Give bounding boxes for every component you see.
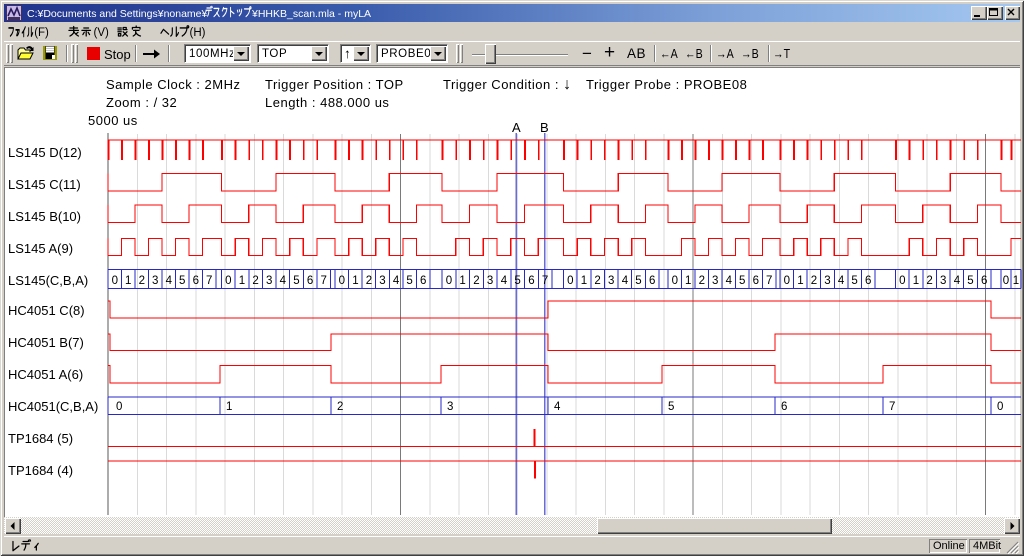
svg-text:7: 7 (206, 275, 212, 287)
svg-text:4: 4 (393, 275, 400, 287)
svg-text:1: 1 (125, 275, 131, 287)
svg-text:3: 3 (824, 275, 830, 287)
svg-text:1: 1 (797, 275, 803, 287)
svg-text:0: 0 (997, 401, 1003, 413)
svg-text:4: 4 (838, 275, 845, 287)
svg-text:2: 2 (252, 275, 258, 287)
svg-text:3: 3 (379, 275, 385, 287)
svg-text:6: 6 (307, 275, 313, 287)
svg-text:7: 7 (542, 275, 548, 287)
svg-text:3: 3 (608, 275, 614, 287)
svg-text:1: 1 (459, 275, 465, 287)
svg-text:0: 0 (567, 275, 573, 287)
svg-text:7: 7 (889, 401, 895, 413)
svg-text:5: 5 (179, 275, 185, 287)
svg-text:0: 0 (112, 275, 118, 287)
svg-text:4: 4 (166, 275, 173, 287)
svg-text:6: 6 (420, 275, 426, 287)
svg-text:4: 4 (554, 401, 561, 413)
svg-text:4: 4 (622, 275, 629, 287)
svg-text:2: 2 (926, 275, 932, 287)
svg-text:4: 4 (726, 275, 733, 287)
svg-text:3: 3 (712, 275, 718, 287)
svg-text:3: 3 (152, 275, 158, 287)
svg-text:0: 0 (1003, 275, 1009, 287)
svg-text:3: 3 (447, 401, 453, 413)
svg-text:5: 5 (514, 275, 520, 287)
svg-text:5: 5 (851, 275, 857, 287)
svg-text:6: 6 (753, 275, 759, 287)
svg-text:1: 1 (239, 275, 245, 287)
svg-text:7: 7 (766, 275, 772, 287)
svg-text:0: 0 (225, 275, 231, 287)
svg-text:4: 4 (280, 275, 287, 287)
svg-text:2: 2 (811, 275, 817, 287)
svg-text:6: 6 (865, 275, 871, 287)
svg-text:2: 2 (594, 275, 600, 287)
svg-text:0: 0 (899, 275, 905, 287)
svg-text:6: 6 (781, 401, 787, 413)
svg-text:0: 0 (446, 275, 452, 287)
svg-text:6: 6 (649, 275, 655, 287)
svg-text:3: 3 (266, 275, 272, 287)
svg-text:0: 0 (784, 275, 790, 287)
svg-text:0: 0 (116, 401, 122, 413)
svg-text:3: 3 (487, 275, 493, 287)
svg-text:1: 1 (913, 275, 919, 287)
svg-text:5: 5 (406, 275, 412, 287)
svg-text:3: 3 (940, 275, 946, 287)
svg-text:2: 2 (699, 275, 705, 287)
svg-text:0: 0 (672, 275, 678, 287)
svg-text:1: 1 (1013, 275, 1019, 287)
svg-text:5: 5 (293, 275, 299, 287)
svg-text:7: 7 (320, 275, 326, 287)
svg-text:5: 5 (635, 275, 641, 287)
svg-text:1: 1 (352, 275, 358, 287)
svg-text:5: 5 (739, 275, 745, 287)
svg-text:4: 4 (954, 275, 961, 287)
svg-text:6: 6 (981, 275, 987, 287)
svg-text:1: 1 (226, 401, 232, 413)
svg-text:5: 5 (967, 275, 973, 287)
svg-text:2: 2 (366, 275, 372, 287)
svg-text:6: 6 (193, 275, 199, 287)
svg-text:4: 4 (501, 275, 508, 287)
svg-text:1: 1 (581, 275, 587, 287)
svg-text:1: 1 (685, 275, 691, 287)
svg-text:5: 5 (668, 401, 674, 413)
svg-text:6: 6 (528, 275, 534, 287)
svg-text:2: 2 (473, 275, 479, 287)
svg-text:0: 0 (339, 275, 345, 287)
svg-text:2: 2 (337, 401, 343, 413)
svg-text:2: 2 (139, 275, 145, 287)
